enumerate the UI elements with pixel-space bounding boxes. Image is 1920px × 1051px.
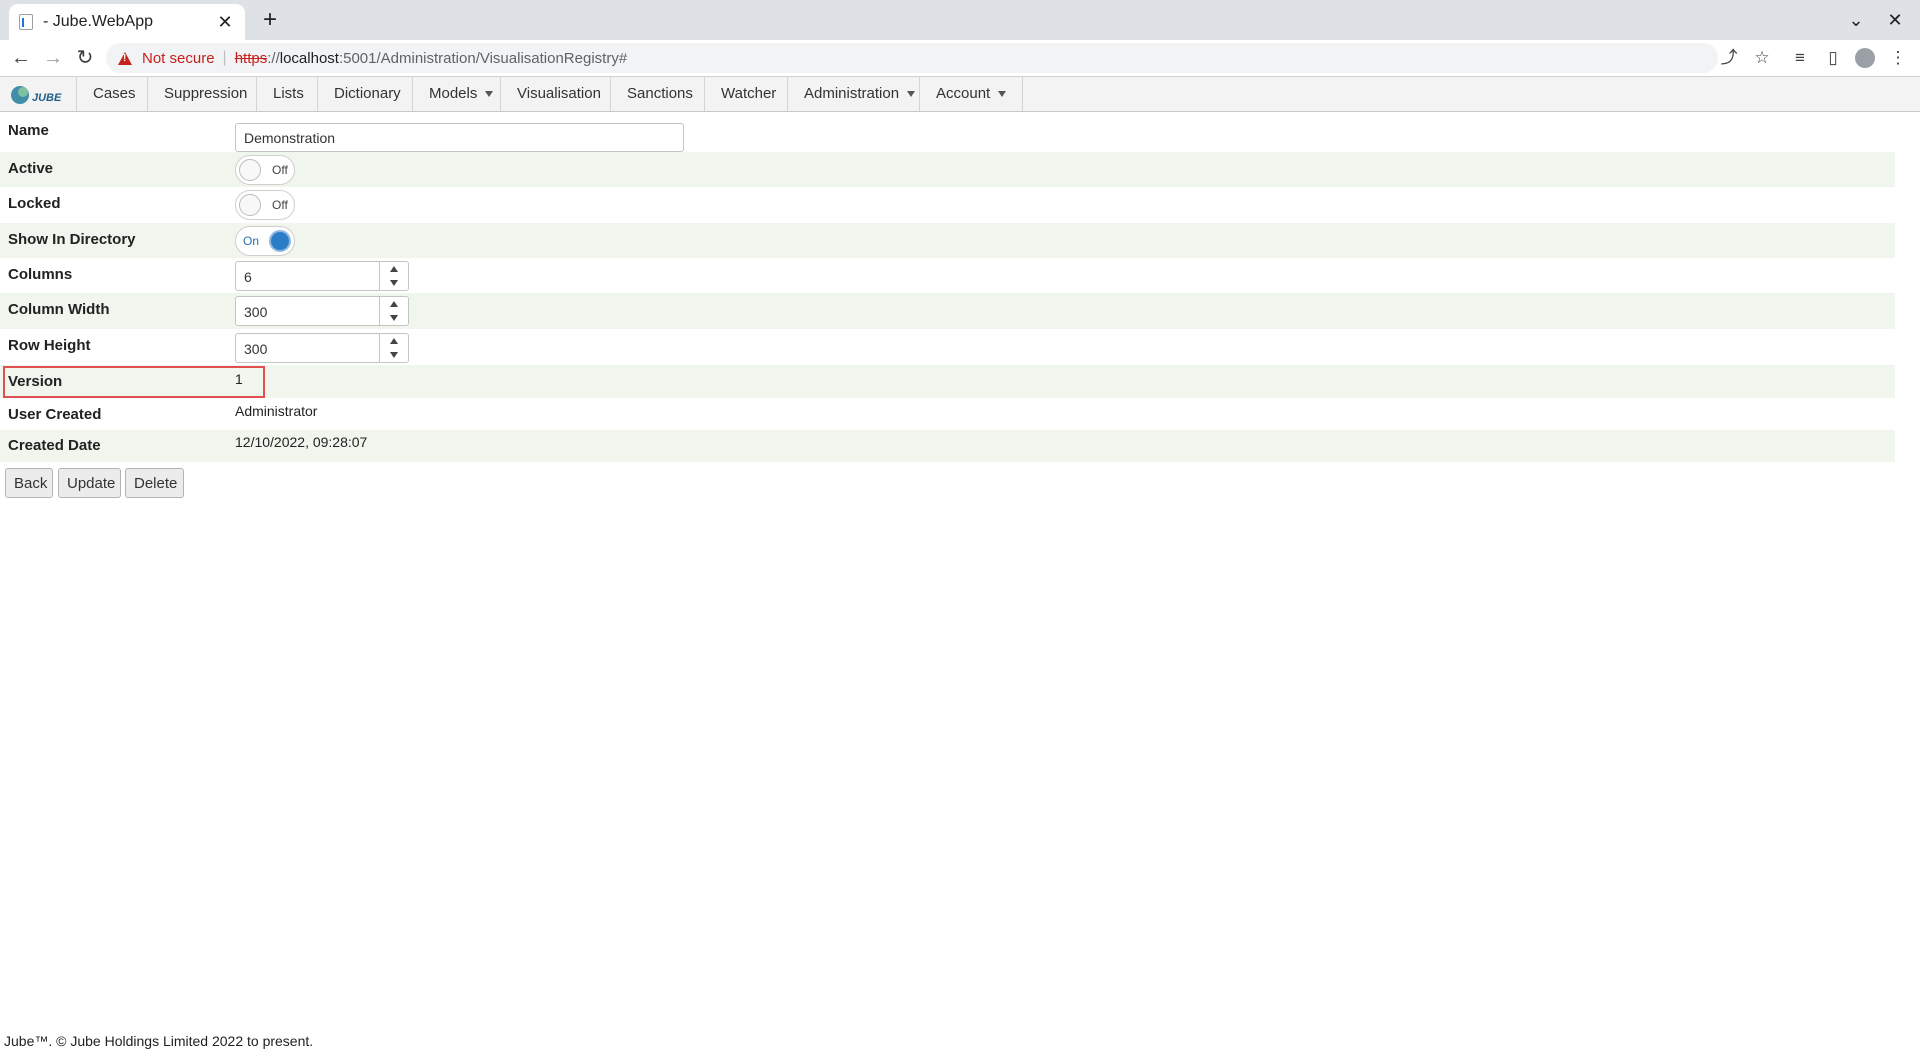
user-created-value: Administrator [235, 403, 318, 419]
row-columns: Columns 6 [0, 258, 1895, 293]
show-in-directory-label: Show In Directory [8, 231, 136, 248]
share-icon[interactable]: ⤴ [1715, 44, 1743, 72]
tab-search-chevron-down-icon[interactable]: ⌄ [1843, 8, 1869, 32]
stepper-buttons [379, 262, 408, 290]
footer-copyright: Jube™. © Jube Holdings Limited 2022 to p… [4, 1033, 314, 1049]
column-width-stepper[interactable]: 300 [235, 296, 409, 326]
url-scheme-separator: :// [267, 49, 280, 67]
address-separator: | [222, 49, 227, 66]
toggle-knob [239, 159, 261, 181]
show-in-directory-toggle[interactable]: On [235, 226, 295, 256]
warning-triangle-icon [118, 51, 132, 65]
url-path: :5001/Administration/VisualisationRegist… [338, 49, 628, 67]
version-highlight-box [3, 366, 265, 398]
toggle-knob [239, 194, 261, 216]
row-row-height: Row Height 300 [0, 329, 1895, 365]
reload-icon[interactable]: ↻ [71, 44, 99, 72]
menu-account-label: Account [936, 85, 991, 102]
menu-account[interactable]: Account [919, 77, 1024, 111]
page-favicon-icon [19, 14, 33, 30]
caret-down-icon [907, 91, 916, 98]
row-show-in-directory: Show In Directory On [0, 223, 1895, 258]
stepper-buttons [379, 334, 408, 362]
browser-tab-bar: - Jube.WebApp ✕ + ⌄ ✕ [0, 0, 1920, 40]
stepper-up-icon[interactable] [380, 262, 408, 276]
delete-button[interactable]: Delete [125, 468, 184, 498]
created-date-value: 12/10/2022, 09:28:07 [235, 434, 368, 450]
tab-close-icon[interactable]: ✕ [215, 12, 235, 33]
caret-down-icon [998, 91, 1007, 98]
active-toggle[interactable]: Off [235, 155, 295, 185]
caret-down-icon [485, 91, 494, 98]
menu-lists[interactable]: Lists [256, 77, 320, 111]
columns-value: 6 [244, 269, 252, 285]
locked-toggle[interactable]: Off [235, 190, 295, 220]
jube-logo[interactable]: JUBE [10, 84, 64, 106]
columns-label: Columns [8, 266, 73, 283]
new-tab-plus-icon[interactable]: + [256, 6, 284, 34]
menu-cases[interactable]: Cases [76, 77, 152, 111]
menu-models[interactable]: Models [412, 77, 509, 111]
stepper-up-icon[interactable] [380, 297, 408, 311]
update-button[interactable]: Update [58, 468, 121, 498]
row-locked: Locked Off [0, 187, 1895, 223]
toggle-state: Off [272, 198, 288, 212]
locked-label: Locked [8, 195, 61, 212]
row-height-value: 300 [244, 341, 268, 357]
side-panel-icon[interactable]: ▯ [1819, 44, 1847, 72]
menu-administration[interactable]: Administration [787, 77, 931, 111]
back-button[interactable]: Back [5, 468, 53, 498]
app-menu-bar: JUBE Cases Suppression Lists Dictionary … [0, 77, 1920, 112]
created-date-label: Created Date [8, 437, 101, 454]
url-host: localhost [279, 49, 339, 67]
svg-text:JUBE: JUBE [32, 92, 62, 104]
profile-avatar-icon[interactable] [1851, 44, 1879, 72]
bookmark-star-icon[interactable]: ☆ [1748, 44, 1776, 72]
row-column-width: Column Width 300 [0, 293, 1895, 329]
menu-watcher[interactable]: Watcher [704, 77, 792, 111]
menu-suppression[interactable]: Suppression [147, 77, 263, 111]
stepper-buttons [379, 297, 408, 325]
address-bar[interactable]: Not secure | https://localhost:5001/Admi… [106, 43, 1718, 73]
row-created-date: Created Date 12/10/2022, 09:28:07 [0, 430, 1895, 462]
row-active: Active Off [0, 152, 1895, 187]
toggle-state: On [243, 234, 260, 248]
stepper-up-icon[interactable] [380, 334, 408, 348]
stepper-down-icon[interactable] [380, 276, 408, 290]
stepper-down-icon[interactable] [380, 311, 408, 325]
stepper-down-icon[interactable] [380, 348, 408, 362]
media-queue-icon[interactable]: ≡ [1786, 44, 1814, 72]
browser-toolbar: ← → ↻ Not secure | https://localhost:500… [0, 40, 1920, 77]
window-close-icon[interactable]: ✕ [1882, 8, 1908, 32]
toggle-knob [269, 230, 291, 252]
row-name: Name [0, 116, 1895, 152]
row-height-label: Row Height [8, 337, 91, 354]
row-height-stepper[interactable]: 300 [235, 333, 409, 363]
browser-tab[interactable]: - Jube.WebApp ✕ [9, 4, 245, 40]
name-input[interactable] [235, 123, 684, 152]
menu-administration-label: Administration [804, 85, 900, 102]
back-arrow-icon[interactable]: ← [7, 44, 35, 72]
row-version: Version 1 [0, 365, 1895, 398]
url-scheme: https [234, 49, 268, 67]
user-created-label: User Created [8, 406, 102, 423]
menu-sanctions[interactable]: Sanctions [610, 77, 709, 111]
row-user-created: User Created Administrator [0, 398, 1895, 430]
menu-models-label: Models [429, 85, 478, 102]
menu-dictionary[interactable]: Dictionary [317, 77, 417, 111]
forward-arrow-icon[interactable]: → [39, 44, 67, 72]
columns-stepper[interactable]: 6 [235, 261, 409, 291]
toggle-state: Off [272, 163, 288, 177]
url-text: https://localhost:5001/Administration/Vi… [235, 50, 627, 67]
column-width-value: 300 [244, 304, 268, 320]
not-secure-label: Not secure [142, 49, 215, 67]
column-width-label: Column Width [8, 301, 110, 318]
menu-visualisation[interactable]: Visualisation [500, 77, 617, 111]
active-label: Active [8, 160, 54, 177]
browser-menu-kebab-icon[interactable]: ⋮ [1884, 44, 1912, 72]
name-label: Name [8, 122, 49, 139]
tab-title: - Jube.WebApp [43, 13, 153, 30]
